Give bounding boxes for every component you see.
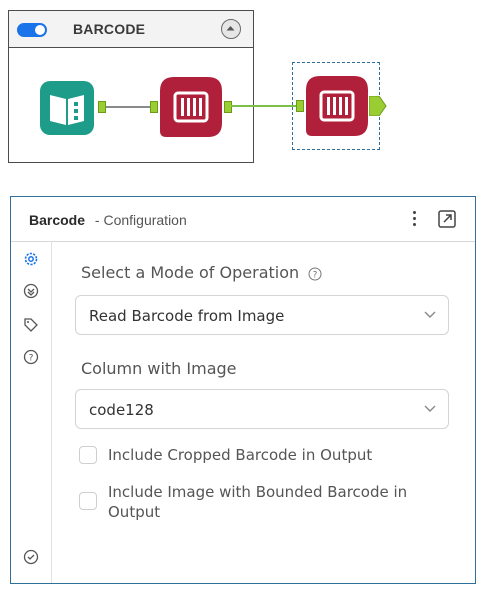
toggle-knob	[35, 25, 45, 35]
gear-icon[interactable]	[23, 251, 39, 267]
bounded-barcode-checkbox[interactable]	[79, 492, 97, 510]
more-options-icon[interactable]	[411, 209, 417, 229]
barcode-tool-selected[interactable]	[306, 76, 368, 141]
connection-icon[interactable]	[23, 283, 39, 299]
panel-subtitle: - Configuration	[94, 212, 187, 228]
help-icon[interactable]: ?	[23, 349, 39, 365]
svg-text:?: ?	[313, 270, 318, 280]
container-header: BARCODE	[9, 11, 253, 48]
input-anchor[interactable]	[150, 101, 158, 113]
panel-title: Barcode - Configuration	[29, 212, 187, 228]
popout-icon[interactable]	[437, 209, 457, 229]
chevron-down-icon	[424, 311, 436, 318]
chevron-up-icon	[226, 26, 235, 31]
container-enable-toggle[interactable]	[17, 23, 47, 37]
mode-select[interactable]: Read Barcode from Image	[75, 295, 449, 335]
configuration-panel: Barcode - Configuration ? Select a Mode …	[10, 196, 476, 584]
panel-tool-name: Barcode	[29, 212, 86, 228]
barcode-tool[interactable]	[160, 77, 222, 142]
tool-container[interactable]: BARCODE	[8, 10, 254, 163]
check-circle-icon[interactable]	[23, 549, 39, 565]
help-icon[interactable]: ?	[308, 267, 322, 281]
panel-sidebar: ?	[11, 241, 52, 583]
directory-tool[interactable]	[40, 81, 94, 140]
panel-header: Barcode - Configuration	[11, 197, 475, 242]
collapse-button[interactable]	[221, 19, 241, 39]
column-select[interactable]: code128	[75, 389, 449, 429]
connection-wire[interactable]	[231, 105, 301, 107]
column-select-value: code128	[89, 401, 154, 419]
output-anchor[interactable]	[369, 96, 387, 116]
bounded-barcode-label: Include Image with Bounded Barcode in Ou…	[108, 483, 408, 521]
container-title: BARCODE	[73, 21, 146, 37]
output-anchor[interactable]	[98, 101, 106, 113]
folder-book-icon	[40, 81, 94, 135]
barcode-icon	[306, 76, 368, 136]
mode-label-text: Select a Mode of Operation	[81, 263, 300, 282]
connection-wire[interactable]	[106, 106, 150, 108]
tag-icon[interactable]	[23, 317, 39, 333]
mode-select-value: Read Barcode from Image	[89, 307, 285, 325]
column-label: Column with Image	[81, 359, 237, 378]
mode-label: Select a Mode of Operation ?	[81, 263, 322, 282]
barcode-icon	[160, 77, 222, 137]
svg-text:?: ?	[29, 354, 34, 364]
input-anchor[interactable]	[296, 100, 304, 112]
cropped-barcode-checkbox[interactable]	[79, 446, 97, 464]
cropped-barcode-label: Include Cropped Barcode in Output	[108, 446, 373, 464]
chevron-down-icon	[424, 405, 436, 412]
output-anchor[interactable]	[224, 101, 232, 113]
